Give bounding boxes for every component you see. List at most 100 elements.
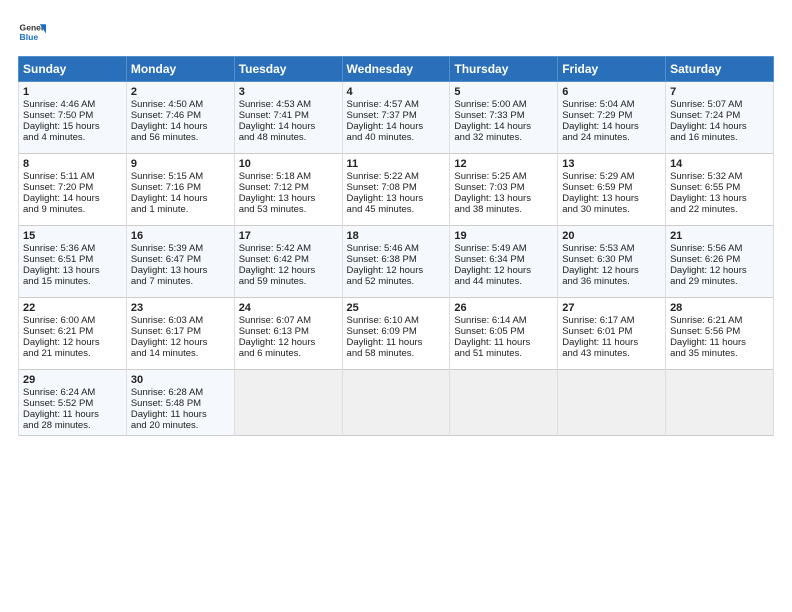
day-info: Sunrise: 5:29 AM (562, 171, 661, 182)
day-info: Sunset: 7:37 PM (347, 110, 446, 121)
day-info: Daylight: 14 hours (239, 121, 338, 132)
day-info: Sunrise: 5:00 AM (454, 99, 553, 110)
weekday-header-monday: Monday (126, 57, 234, 82)
day-number: 8 (23, 158, 122, 170)
calendar-cell: 28Sunrise: 6:21 AMSunset: 5:56 PMDayligh… (666, 298, 774, 370)
calendar-cell (558, 370, 666, 436)
day-info: Sunset: 7:50 PM (23, 110, 122, 121)
day-info: and 15 minutes. (23, 276, 122, 287)
day-info: Daylight: 14 hours (670, 121, 769, 132)
day-number: 20 (562, 230, 661, 242)
header: General Blue (18, 18, 774, 46)
day-info: Sunset: 5:52 PM (23, 398, 122, 409)
day-info: Sunrise: 6:00 AM (23, 315, 122, 326)
day-info: Sunrise: 6:28 AM (131, 387, 230, 398)
day-number: 2 (131, 86, 230, 98)
day-info: Sunset: 6:05 PM (454, 326, 553, 337)
day-info: and 58 minutes. (347, 348, 446, 359)
day-info: and 36 minutes. (562, 276, 661, 287)
day-info: Sunrise: 5:18 AM (239, 171, 338, 182)
day-info: Sunrise: 5:32 AM (670, 171, 769, 182)
day-info: and 28 minutes. (23, 420, 122, 431)
day-info: Sunset: 6:38 PM (347, 254, 446, 265)
day-info: Sunrise: 5:36 AM (23, 243, 122, 254)
day-number: 10 (239, 158, 338, 170)
day-info: Sunrise: 5:22 AM (347, 171, 446, 182)
day-info: Sunset: 7:46 PM (131, 110, 230, 121)
day-number: 28 (670, 302, 769, 314)
day-info: Sunset: 6:21 PM (23, 326, 122, 337)
day-info: and 9 minutes. (23, 204, 122, 215)
day-info: Sunset: 6:09 PM (347, 326, 446, 337)
calendar-cell (450, 370, 558, 436)
calendar-week-5: 29Sunrise: 6:24 AMSunset: 5:52 PMDayligh… (19, 370, 774, 436)
day-info: Daylight: 13 hours (454, 193, 553, 204)
calendar-cell: 23Sunrise: 6:03 AMSunset: 6:17 PMDayligh… (126, 298, 234, 370)
day-info: Sunrise: 4:53 AM (239, 99, 338, 110)
day-info: and 22 minutes. (670, 204, 769, 215)
day-info: Sunrise: 5:56 AM (670, 243, 769, 254)
day-info: Daylight: 14 hours (131, 193, 230, 204)
calendar-cell: 17Sunrise: 5:42 AMSunset: 6:42 PMDayligh… (234, 226, 342, 298)
logo: General Blue (18, 18, 50, 46)
day-info: Daylight: 11 hours (347, 337, 446, 348)
day-info: Sunset: 7:03 PM (454, 182, 553, 193)
calendar-cell: 24Sunrise: 6:07 AMSunset: 6:13 PMDayligh… (234, 298, 342, 370)
day-info: Daylight: 14 hours (347, 121, 446, 132)
logo-icon: General Blue (18, 18, 46, 46)
calendar-cell: 25Sunrise: 6:10 AMSunset: 6:09 PMDayligh… (342, 298, 450, 370)
day-info: Sunset: 6:47 PM (131, 254, 230, 265)
day-info: and 32 minutes. (454, 132, 553, 143)
day-info: and 59 minutes. (239, 276, 338, 287)
day-info: Sunrise: 4:57 AM (347, 99, 446, 110)
day-info: Daylight: 13 hours (670, 193, 769, 204)
day-number: 11 (347, 158, 446, 170)
day-number: 15 (23, 230, 122, 242)
day-info: and 40 minutes. (347, 132, 446, 143)
day-info: Sunset: 6:51 PM (23, 254, 122, 265)
day-info: Sunset: 6:13 PM (239, 326, 338, 337)
calendar-cell: 15Sunrise: 5:36 AMSunset: 6:51 PMDayligh… (19, 226, 127, 298)
day-info: and 30 minutes. (562, 204, 661, 215)
day-info: Sunrise: 5:11 AM (23, 171, 122, 182)
day-info: Sunrise: 5:42 AM (239, 243, 338, 254)
day-info: and 51 minutes. (454, 348, 553, 359)
day-number: 30 (131, 374, 230, 386)
day-info: Sunrise: 5:04 AM (562, 99, 661, 110)
weekday-header-saturday: Saturday (666, 57, 774, 82)
weekday-header-wednesday: Wednesday (342, 57, 450, 82)
calendar-cell: 19Sunrise: 5:49 AMSunset: 6:34 PMDayligh… (450, 226, 558, 298)
day-info: and 24 minutes. (562, 132, 661, 143)
day-number: 9 (131, 158, 230, 170)
day-info: Sunset: 7:20 PM (23, 182, 122, 193)
day-number: 14 (670, 158, 769, 170)
day-info: and 56 minutes. (131, 132, 230, 143)
calendar-cell: 9Sunrise: 5:15 AMSunset: 7:16 PMDaylight… (126, 154, 234, 226)
day-number: 6 (562, 86, 661, 98)
day-number: 17 (239, 230, 338, 242)
calendar-cell: 26Sunrise: 6:14 AMSunset: 6:05 PMDayligh… (450, 298, 558, 370)
day-info: Daylight: 13 hours (131, 265, 230, 276)
day-number: 23 (131, 302, 230, 314)
day-info: Daylight: 12 hours (131, 337, 230, 348)
day-info: and 21 minutes. (23, 348, 122, 359)
day-info: Sunset: 6:26 PM (670, 254, 769, 265)
day-info: and 16 minutes. (670, 132, 769, 143)
day-number: 1 (23, 86, 122, 98)
calendar-cell: 12Sunrise: 5:25 AMSunset: 7:03 PMDayligh… (450, 154, 558, 226)
day-info: Daylight: 12 hours (239, 265, 338, 276)
day-info: Sunset: 5:48 PM (131, 398, 230, 409)
day-number: 29 (23, 374, 122, 386)
calendar-cell: 3Sunrise: 4:53 AMSunset: 7:41 PMDaylight… (234, 82, 342, 154)
day-info: Sunset: 7:12 PM (239, 182, 338, 193)
day-number: 4 (347, 86, 446, 98)
calendar-cell: 10Sunrise: 5:18 AMSunset: 7:12 PMDayligh… (234, 154, 342, 226)
day-number: 24 (239, 302, 338, 314)
day-info: and 6 minutes. (239, 348, 338, 359)
day-info: Sunset: 7:29 PM (562, 110, 661, 121)
day-info: and 4 minutes. (23, 132, 122, 143)
day-info: Sunset: 7:16 PM (131, 182, 230, 193)
page: General Blue SundayMondayTuesdayWednesda… (0, 0, 792, 612)
day-number: 7 (670, 86, 769, 98)
day-info: Sunset: 7:08 PM (347, 182, 446, 193)
